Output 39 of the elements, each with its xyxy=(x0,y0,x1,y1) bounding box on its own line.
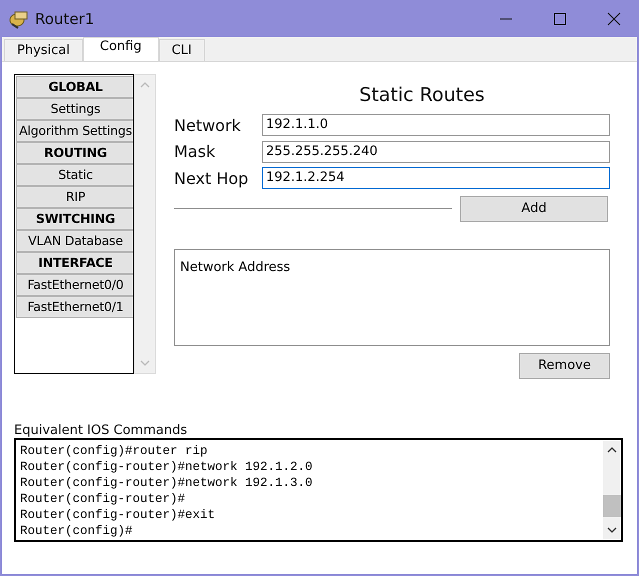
console-line: Router(config)# xyxy=(20,523,134,539)
tab[interactable]: CLI xyxy=(158,39,205,61)
input-field[interactable]: 192.1.2.254 xyxy=(262,167,610,190)
scroll-down-icon[interactable] xyxy=(607,527,617,534)
sidebar-item[interactable]: FastEthernet0/0 xyxy=(16,274,133,296)
console-line: Router(config-router)#network 192.1.2.0 xyxy=(20,459,314,475)
add-button[interactable]: Add xyxy=(460,196,608,222)
sidebar-item[interactable]: GLOBAL xyxy=(16,76,133,98)
scroll-up-icon[interactable] xyxy=(607,446,617,453)
console-line: Router(config-router)#exit xyxy=(20,507,216,523)
router-icon xyxy=(8,8,30,28)
sidebar-item[interactable]: Static xyxy=(16,164,133,186)
close-icon[interactable] xyxy=(607,12,621,26)
list-header: Network Address xyxy=(180,260,290,275)
console-label: Equivalent IOS Commands xyxy=(14,423,188,438)
window-title: Router1 xyxy=(35,10,94,28)
tab[interactable]: Config xyxy=(82,37,159,61)
sidebar-item[interactable]: RIP xyxy=(16,186,133,208)
field-label: Mask xyxy=(174,142,216,162)
sidebar-item[interactable]: Algorithm Settings xyxy=(16,120,133,142)
field-label: Network xyxy=(174,116,242,135)
sidebar-item[interactable]: FastEthernet0/1 xyxy=(16,296,133,318)
remove-button[interactable]: Remove xyxy=(519,352,610,379)
sidebar-item[interactable]: SWITCHING xyxy=(16,208,133,230)
scrollbar[interactable] xyxy=(603,440,621,540)
sidebar-item[interactable]: ROUTING xyxy=(16,142,133,164)
sidebar-item[interactable]: Settings xyxy=(16,98,133,120)
tab[interactable]: Physical xyxy=(4,39,83,61)
scroll-thumb[interactable] xyxy=(603,495,621,517)
input-field[interactable]: 192.1.1.0 xyxy=(262,114,610,136)
sidebar-item[interactable]: INTERFACE xyxy=(16,252,133,274)
sidebar-item[interactable]: VLAN Database xyxy=(16,230,133,252)
maximize-icon[interactable] xyxy=(553,12,567,26)
console-line: Router(config)#router rip xyxy=(20,443,209,459)
console-line: Router(config-router)#network 192.1.3.0 xyxy=(20,475,314,491)
console-line: Router(config-router)# xyxy=(20,491,186,507)
panel-title: Static Routes xyxy=(358,84,486,106)
field-label: Next Hop xyxy=(174,168,250,188)
input-field[interactable]: 255.255.255.240 xyxy=(262,140,610,163)
